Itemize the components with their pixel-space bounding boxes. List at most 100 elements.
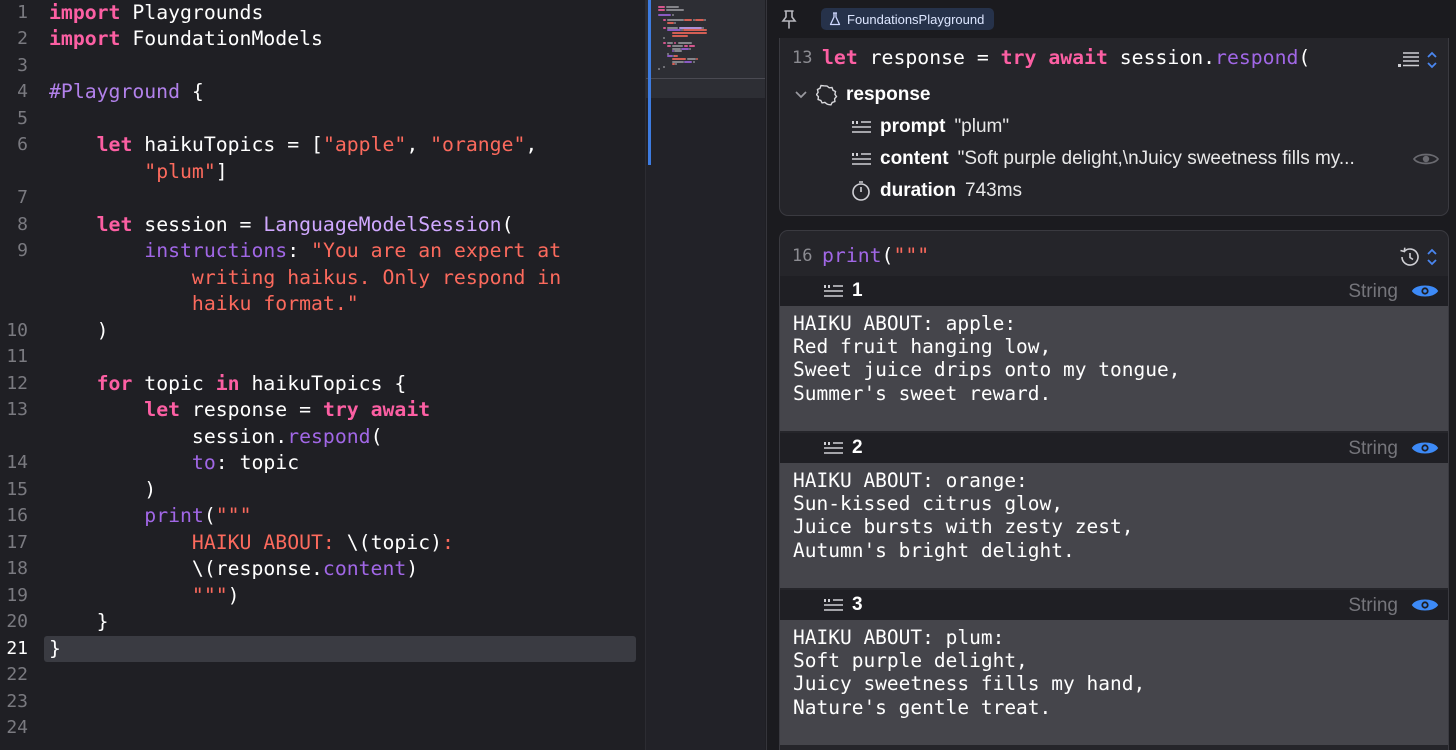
code-token: ( [501, 213, 514, 236]
line-number: 2 [17, 28, 28, 49]
code-line[interactable]: 6 let haikuTopics = ["apple", "orange", [0, 132, 645, 158]
minimap-token [658, 8, 665, 11]
code-token: #Playground [49, 80, 181, 103]
code-token: import [49, 27, 121, 50]
minimap-token [692, 60, 695, 63]
code-line[interactable]: "plum"] [0, 159, 645, 185]
eye-icon[interactable] [1412, 150, 1440, 168]
playground-tab[interactable]: FoundationsPlayground [821, 8, 995, 30]
code-line[interactable]: 7 [0, 185, 645, 211]
output-line: Autumn's bright delight. [793, 538, 1075, 562]
code-line[interactable]: 10 ) [0, 318, 645, 344]
stopwatch-icon [852, 181, 870, 201]
tree-row-content[interactable]: content "Soft purple delight,\nJuicy swe… [780, 143, 1448, 175]
code-token: ) [49, 319, 109, 342]
tree-name-response: response [846, 84, 931, 105]
code-token: respond [287, 425, 371, 448]
minimap-token [671, 13, 674, 16]
code-line[interactable]: 1 import Playgrounds [0, 0, 645, 26]
code-line[interactable]: 24 [0, 715, 645, 741]
code-line[interactable]: 13 let response = try await [0, 397, 645, 423]
code-editor[interactable]: 1 import Playgrounds 2 import FoundationMod… [0, 0, 645, 750]
code-token: ) [406, 557, 419, 580]
chevron-down-icon[interactable] [794, 90, 808, 100]
code-line[interactable]: 16 print(""" [0, 503, 645, 529]
code-line[interactable]: 19 """) [0, 583, 645, 609]
tree-row-prompt[interactable]: prompt "plum" [780, 111, 1448, 143]
minimap[interactable] [645, 0, 765, 750]
pin-icon[interactable] [781, 9, 797, 29]
output-header[interactable]: 2 String [780, 433, 1448, 463]
code-token: : [287, 239, 312, 262]
output-header[interactable]: 3 String [780, 590, 1448, 620]
code-line[interactable]: writing haikus. Only respond in [0, 265, 645, 291]
code-token: FoundationModels [120, 27, 323, 50]
minimap-token [658, 13, 671, 16]
code-token: haikuTopics { [239, 372, 407, 395]
tree-value-duration: 743ms [965, 180, 1023, 201]
code-token: let [144, 398, 181, 421]
output-index: 1 [852, 280, 863, 301]
code-token: in [215, 372, 240, 395]
minimap-token [662, 65, 665, 68]
eye-icon[interactable] [1411, 596, 1439, 614]
chevron-updown-icon[interactable] [1426, 50, 1438, 70]
line-source: let response = try await [49, 397, 430, 423]
line-number: 18 [6, 558, 28, 579]
code-token: let [822, 46, 858, 69]
code-token: try [1000, 46, 1037, 69]
minimap-token [666, 6, 679, 8]
code-token: session. [1107, 46, 1216, 69]
code-token: Playgrounds [120, 1, 264, 24]
output-header[interactable]: 1 String [780, 276, 1448, 306]
line-number: 5 [17, 108, 28, 129]
eye-icon[interactable] [1411, 439, 1439, 457]
eye-icon[interactable] [1411, 282, 1439, 300]
chevron-updown-icon[interactable] [1426, 247, 1438, 267]
code-line[interactable]: 5 [0, 106, 645, 132]
code-token: ) [49, 478, 157, 501]
line-source: to: topic [49, 450, 299, 476]
code-line[interactable]: 2 import FoundationModels [0, 26, 645, 52]
code-line[interactable]: 23 [0, 689, 645, 715]
code-line[interactable]: 18 \(response.content) [0, 556, 645, 582]
code-token: session. [49, 425, 288, 448]
code-line[interactable]: 22 [0, 662, 645, 688]
code-token: instructions [144, 239, 288, 262]
code-line[interactable]: 8 let session = LanguageModelSession( [0, 212, 645, 238]
code-line[interactable]: 15 ) [0, 477, 645, 503]
code-line[interactable]: 11 [0, 344, 645, 370]
list-view-icon[interactable] [1396, 49, 1422, 71]
minimap-scroll-indicator[interactable] [648, 0, 651, 165]
code-line[interactable]: 14 to: topic [0, 450, 645, 476]
history-icon[interactable] [1398, 245, 1422, 269]
line-source: print(""" [49, 503, 251, 529]
line-source: ) [49, 477, 156, 503]
code-line[interactable]: 17 HAIKU ABOUT: \(topic): [0, 530, 645, 556]
line-number: 4 [17, 81, 28, 102]
code-line[interactable]: 12 for topic in haikuTopics { [0, 371, 645, 397]
minimap-token [674, 21, 677, 24]
code-line[interactable]: haiku format." [0, 291, 645, 317]
minimap-token [666, 8, 685, 11]
minimap-token [662, 37, 665, 40]
code-line[interactable]: 20 } [0, 609, 645, 635]
output-line: Sweet juice drips onto my tongue, [793, 358, 1181, 382]
tree-row-response[interactable]: response [780, 79, 1448, 111]
code-line[interactable]: 4 #Playground { [0, 79, 645, 105]
code-line[interactable]: session.respond( [0, 424, 645, 450]
minimap-token [667, 19, 685, 21]
line-number: 23 [6, 691, 28, 712]
tree-name-prompt: prompt [880, 116, 946, 137]
code-line[interactable]: 3 [0, 53, 645, 79]
code-line[interactable]: 9 instructions: "You are an expert at [0, 238, 645, 264]
output-line: HAIKU ABOUT: orange: [793, 469, 1028, 492]
gear-badge-icon [816, 84, 838, 106]
code-line[interactable]: 21} [0, 636, 645, 662]
tree-row-duration[interactable]: duration 743ms [780, 175, 1448, 207]
flask-icon [829, 12, 841, 26]
code-token: for [96, 372, 133, 395]
